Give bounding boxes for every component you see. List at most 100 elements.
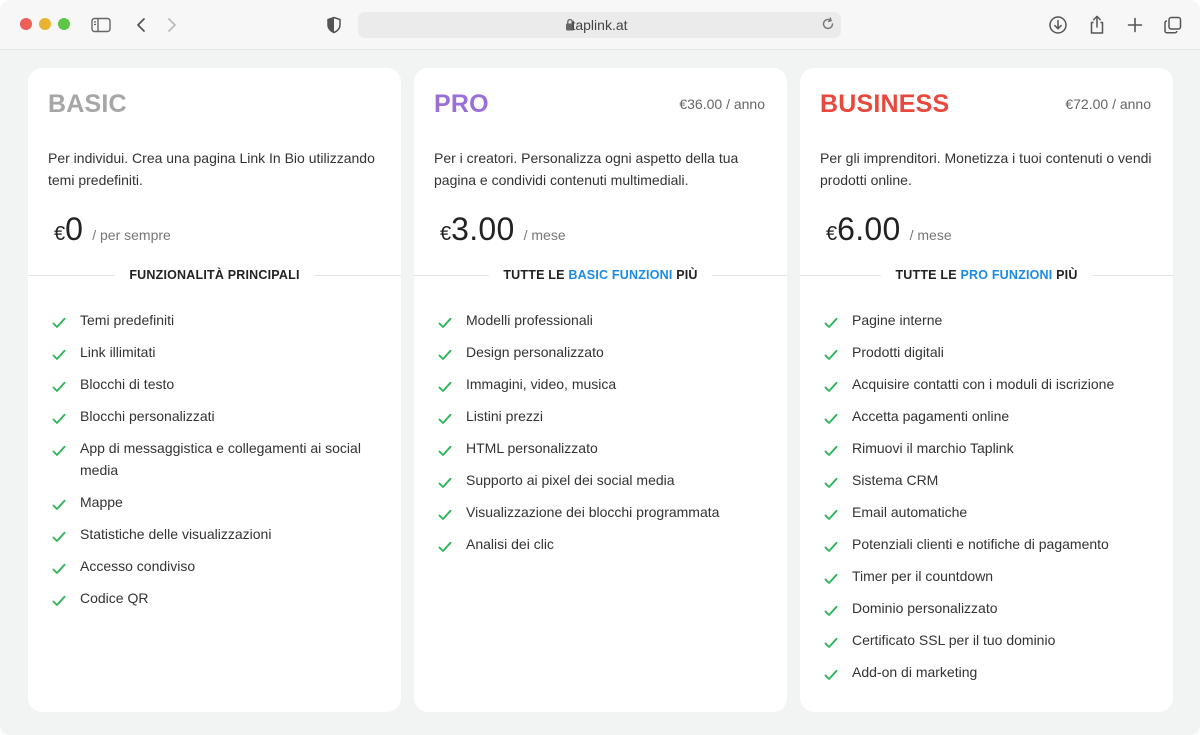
checkmark-icon [52, 313, 66, 335]
plan-name: PRO [434, 90, 489, 118]
annual-price: €36.00 / anno [679, 96, 765, 112]
feature-label: Supporto ai pixel dei social media [466, 472, 675, 488]
plan-card-basic: BASIC Per individui. Crea una pagina Lin… [28, 68, 401, 712]
features-heading: TUTTE LE PRO FUNZIONI PIÙ [800, 265, 1174, 285]
share-icon[interactable] [1086, 14, 1108, 36]
features-heading-label: TUTTE LE PRO FUNZIONI PIÙ [881, 268, 1091, 282]
minimize-window-button[interactable] [39, 18, 51, 30]
price-period: / mese [909, 227, 952, 243]
checkmark-icon [824, 665, 838, 687]
feature-item: Immagini, video, musica [438, 373, 768, 395]
checkmark-icon [52, 409, 66, 431]
forward-arrow-icon[interactable] [161, 14, 183, 36]
checkmark-icon [438, 313, 452, 335]
feature-item: Email automatiche [824, 501, 1154, 523]
feature-item: Visualizzazione dei blocchi programmata [438, 501, 768, 523]
plan-name: BUSINESS [820, 90, 950, 118]
feature-item: Accesso condiviso [52, 555, 382, 577]
price-currency: € [440, 223, 452, 245]
feature-item: Statistiche delle visualizzazioni [52, 523, 382, 545]
checkmark-icon [824, 569, 838, 591]
url-text: taplink.at [571, 17, 628, 33]
checkmark-icon [824, 473, 838, 495]
checkmark-icon [824, 409, 838, 431]
price-period: / mese [523, 227, 566, 243]
feature-label: Acquisire contatti con i moduli di iscri… [852, 376, 1115, 392]
privacy-shield-icon[interactable] [323, 14, 345, 36]
heading-highlight[interactable]: PRO FUNZIONI [960, 268, 1052, 282]
feature-label: Link illimitati [80, 344, 156, 360]
checkmark-icon [52, 527, 66, 549]
feature-label: Add-on di marketing [852, 664, 978, 680]
heading-suffix: PIÙ [672, 268, 698, 282]
features-heading: TUTTE LE BASIC FUNZIONI PIÙ [414, 265, 787, 285]
feature-item: Temi predefiniti [52, 309, 382, 331]
checkmark-icon [824, 601, 838, 623]
close-window-button[interactable] [20, 18, 32, 30]
feature-label: Email automatiche [852, 504, 968, 520]
feature-item: Analisi dei clic [438, 533, 768, 555]
address-bar[interactable]: taplink.at [358, 12, 841, 38]
checkmark-icon [52, 495, 66, 517]
feature-item: Potenziali clienti e notifiche di pagame… [824, 533, 1154, 555]
tab-overview-icon[interactable] [1162, 14, 1184, 36]
sidebar-toggle-icon[interactable] [90, 14, 112, 36]
price-amount: 0 [65, 211, 84, 247]
checkmark-icon [824, 313, 838, 335]
feature-item: HTML personalizzato [438, 437, 768, 459]
feature-item: Timer per il countdown [824, 565, 1154, 587]
plan-name: BASIC [48, 90, 127, 118]
feature-item: Dominio personalizzato [824, 597, 1154, 619]
plan-price: € 0 / per sempre [54, 211, 171, 251]
heading-prefix: TUTTE LE [895, 268, 961, 282]
price-currency: € [54, 223, 66, 245]
checkmark-icon [438, 409, 452, 431]
checkmark-icon [824, 537, 838, 559]
feature-item: Rimuovi il marchio Taplink [824, 437, 1154, 459]
feature-item: Codice QR [52, 587, 382, 609]
checkmark-icon [438, 473, 452, 495]
checkmark-icon [438, 537, 452, 559]
feature-label: Temi predefiniti [80, 312, 175, 328]
reload-icon[interactable] [821, 17, 835, 36]
feature-item: Listini prezzi [438, 405, 768, 427]
feature-label: Timer per il countdown [852, 568, 994, 584]
plan-description: Per i creatori. Personalizza ogni aspett… [434, 150, 739, 188]
feature-label: Accesso condiviso [80, 558, 196, 574]
feature-label: Visualizzazione dei blocchi programmata [466, 504, 720, 520]
heading-suffix: PIÙ [1052, 268, 1078, 282]
feature-label: HTML personalizzato [466, 440, 598, 456]
feature-label: Potenziali clienti e notifiche di pagame… [852, 536, 1109, 552]
feature-label: Analisi dei clic [466, 536, 554, 552]
checkmark-icon [824, 345, 838, 367]
heading-prefix: FUNZIONALITÀ PRINCIPALI [129, 268, 300, 282]
feature-item: Modelli professionali [438, 309, 768, 331]
back-arrow-icon[interactable] [130, 14, 152, 36]
checkmark-icon [824, 633, 838, 655]
feature-item: Acquisire contatti con i moduli di iscri… [824, 373, 1154, 395]
download-icon[interactable] [1047, 14, 1069, 36]
feature-item: Blocchi personalizzati [52, 405, 382, 427]
feature-label: Dominio personalizzato [852, 600, 998, 616]
feature-label: Sistema CRM [852, 472, 939, 488]
feature-item: Accetta pagamenti online [824, 405, 1154, 427]
checkmark-icon [52, 591, 66, 613]
browser-window: taplink.at BASIC Per individui. Crea una… [0, 0, 1200, 735]
price-period: / per sempre [92, 227, 171, 243]
checkmark-icon [824, 505, 838, 527]
checkmark-icon [824, 441, 838, 463]
checkmark-icon [52, 345, 66, 367]
feature-item: Mappe [52, 491, 382, 513]
feature-list: Modelli professionali Design personalizza… [438, 309, 768, 565]
feature-label: App di messaggistica e collegamenti ai s… [80, 440, 361, 478]
feature-label: Listini prezzi [466, 408, 544, 424]
features-heading-label: TUTTE LE BASIC FUNZIONI PIÙ [489, 268, 711, 282]
heading-highlight[interactable]: BASIC FUNZIONI [568, 268, 672, 282]
maximize-window-button[interactable] [58, 18, 70, 30]
feature-item: Prodotti digitali [824, 341, 1154, 363]
feature-item: Certificato SSL per il tuo dominio [824, 629, 1154, 651]
feature-item: Sistema CRM [824, 469, 1154, 491]
new-tab-plus-icon[interactable] [1124, 14, 1146, 36]
price-amount: 3.00 [451, 211, 515, 247]
price-amount: 6.00 [837, 211, 901, 247]
